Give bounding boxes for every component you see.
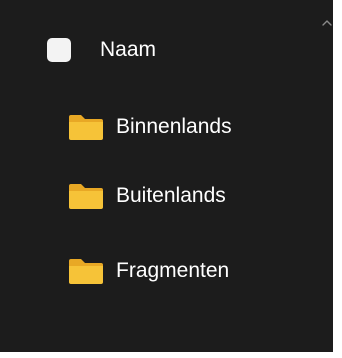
name-column-label: Naam [100,38,157,61]
folder-icon [67,258,105,285]
list-item-folder[interactable]: Fragmenten [0,247,318,295]
folder-icon [67,114,105,141]
folder-name: Buitenlands [116,184,226,207]
list-item-folder[interactable]: Binnenlands [0,103,318,151]
folder-name: Binnenlands [116,115,232,138]
folder-icon [67,183,105,210]
chevron-up-icon[interactable] [321,16,333,28]
select-all-checkbox[interactable] [47,38,71,62]
list-item-folder[interactable]: Buitenlands [0,172,318,220]
column-header-name[interactable]: Naam [0,26,318,74]
folder-name: Fragmenten [116,259,230,282]
file-list-pane: Naam Binnenlands Buitenlands Fragmenten [0,0,333,352]
